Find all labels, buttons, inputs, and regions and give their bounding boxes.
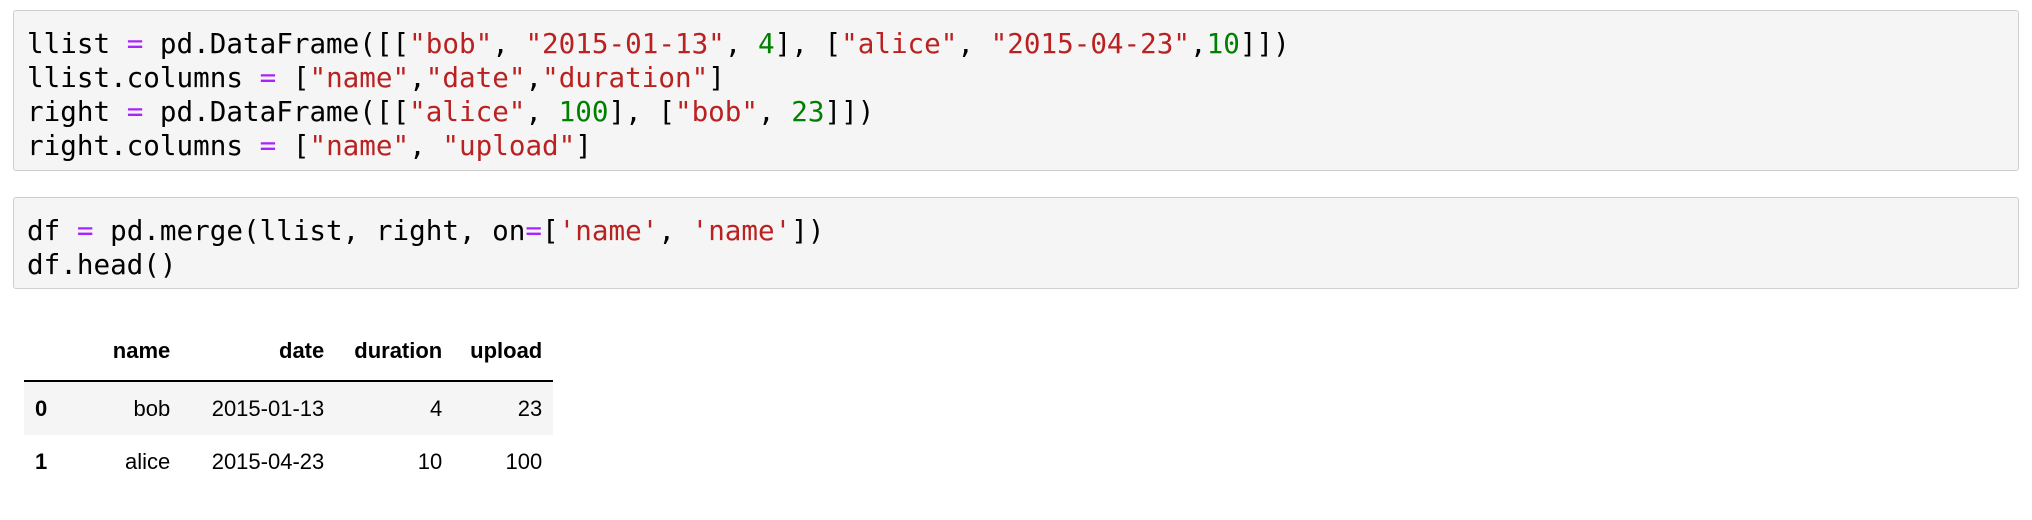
number-token: 4: [758, 27, 775, 60]
code-token: pd.DataFrame([[: [143, 27, 410, 60]
string-token: "name": [309, 129, 410, 162]
dataframe-table: name date duration upload 0 bob 2015-01-…: [24, 322, 554, 489]
code-token: pd.DataFrame([[: [143, 95, 410, 128]
string-token: "2015-01-13": [525, 27, 725, 60]
cell-date: 2015-01-13: [211, 395, 325, 421]
cell-upload: 23: [517, 395, 543, 421]
code-editor-1[interactable]: llist = pd.DataFrame([["bob", "2015-01-1…: [27, 27, 2018, 163]
row-index: 1: [35, 449, 48, 474]
code-line: right.columns = ["name", "upload"]: [27, 129, 2018, 163]
operator-token: =: [76, 214, 94, 247]
code-token: llist: [27, 27, 127, 60]
code-line: right = pd.DataFrame([["alice", 100], ["…: [27, 95, 2018, 129]
code-token: ,: [409, 129, 443, 162]
code-token: ]]): [824, 95, 875, 128]
code-token: ,: [492, 27, 526, 60]
code-token: ]]): [1239, 27, 1290, 60]
code-token: ,: [957, 27, 991, 60]
code-token: [: [276, 61, 310, 94]
string-token: "bob": [409, 27, 493, 60]
string-token: "bob": [674, 95, 759, 128]
cell-output: name date duration upload 0 bob 2015-01-…: [24, 322, 554, 489]
code-token: right: [27, 95, 127, 128]
string-token: "date": [425, 61, 526, 94]
code-cell-2[interactable]: df = pd.merge(llist, right, on=['name', …: [13, 197, 2019, 289]
table-row: 0 bob 2015-01-13 4 23: [24, 381, 554, 435]
code-token: df.head(): [27, 248, 177, 281]
operator-token: =: [259, 129, 277, 162]
string-token: 'name': [558, 214, 659, 247]
code-token: ,: [758, 95, 792, 128]
string-token: "name": [309, 61, 410, 94]
cell-name: bob: [133, 395, 171, 421]
cell-date: 2015-04-23: [211, 449, 325, 474]
string-token: "alice": [409, 95, 526, 128]
number-token: 23: [791, 95, 825, 128]
number-token: 100: [558, 95, 609, 128]
code-token: llist.columns: [27, 61, 260, 94]
cell-duration: 10: [417, 449, 443, 474]
column-header-name: name: [65, 322, 182, 382]
code-token: right.columns: [27, 129, 260, 162]
code-token: ,: [724, 27, 759, 60]
code-token: ], [: [608, 95, 675, 128]
code-token: ]): [791, 214, 825, 247]
operator-token: =: [126, 95, 144, 128]
code-line: llist = pd.DataFrame([["bob", "2015-01-1…: [27, 27, 2018, 61]
column-header-date: date: [181, 322, 336, 382]
code-token: ], [: [774, 27, 842, 60]
operator-token: =: [259, 61, 277, 94]
string-token: "duration": [542, 61, 709, 94]
code-token: ,: [1190, 27, 1207, 60]
code-token: ,: [658, 214, 692, 247]
string-token: "upload": [442, 129, 576, 162]
cell-name: alice: [125, 449, 171, 474]
column-header-upload: upload: [453, 322, 554, 382]
cell-upload: 100: [505, 449, 543, 474]
number-token: 10: [1206, 27, 1240, 60]
code-line: df.head(): [27, 248, 2018, 282]
code-token: ]: [575, 129, 592, 162]
code-token: pd.merge(llist, right, on: [93, 214, 526, 247]
table-row: 1 alice 2015-04-23 10 100: [24, 435, 553, 489]
code-line: llist.columns = ["name","date","duration…: [27, 61, 2018, 95]
code-line: df = pd.merge(llist, right, on=['name', …: [27, 214, 2018, 248]
code-editor-2[interactable]: df = pd.merge(llist, right, on=['name', …: [27, 214, 2018, 282]
code-token: ,: [525, 95, 559, 128]
code-token: ,: [409, 61, 426, 94]
code-token: [: [276, 129, 310, 162]
column-header-duration: duration: [335, 322, 454, 382]
index-header: [24, 322, 66, 382]
code-cell-1[interactable]: llist = pd.DataFrame([["bob", "2015-01-1…: [13, 10, 2019, 171]
operator-token: =: [126, 27, 144, 60]
string-token: 'name': [691, 214, 792, 247]
code-token: [: [542, 214, 559, 247]
string-token: "2015-04-23": [990, 27, 1190, 60]
operator-token: =: [525, 214, 543, 247]
code-token: ,: [525, 61, 543, 94]
table-header-row: name date duration upload: [24, 322, 554, 382]
cell-duration: 4: [430, 395, 443, 421]
string-token: "alice": [841, 27, 958, 60]
code-token: df: [27, 214, 77, 247]
code-token: ]: [708, 61, 725, 94]
row-index: 0: [35, 395, 48, 421]
